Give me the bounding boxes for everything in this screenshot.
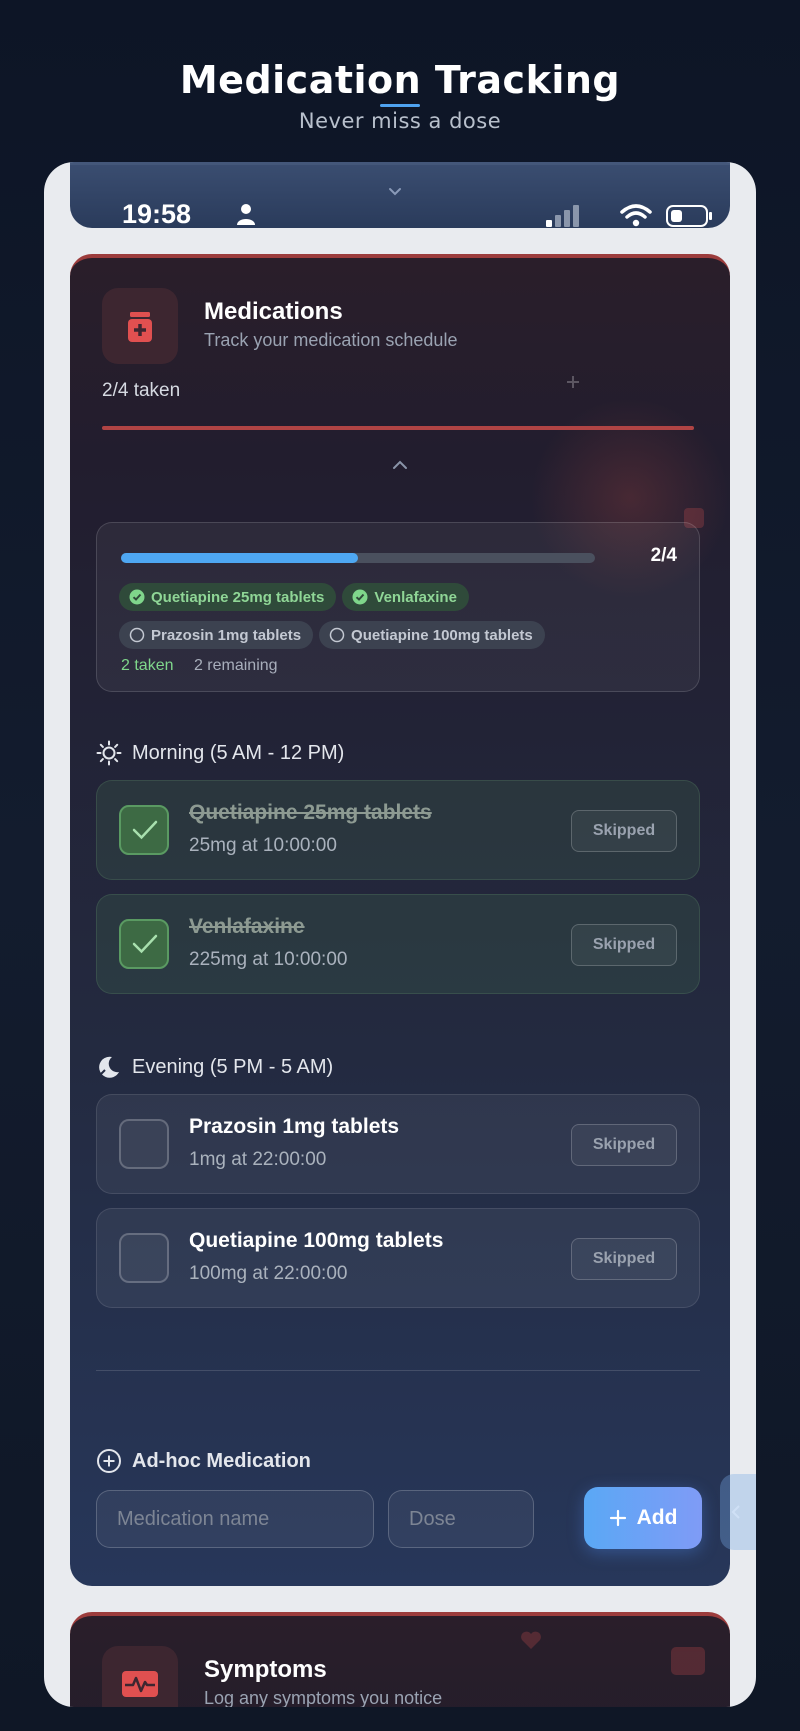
medications-subtitle: Track your medication schedule	[204, 330, 458, 350]
medication-dose: 1mg at 22:00:00	[189, 1149, 327, 1170]
skip-button[interactable]: Skipped	[571, 1238, 677, 1280]
medication-row: Venlafaxine 225mg at 10:00:00 Skipped	[96, 894, 700, 994]
battery-icon	[666, 205, 712, 227]
medication-dose: 225mg at 10:00:00	[189, 949, 348, 970]
medication-chip: Prazosin 1mg tablets	[119, 621, 314, 649]
add-button[interactable]: Add	[584, 1487, 702, 1549]
page-subtitle: Never miss a dose	[298, 109, 502, 133]
chip-label: Prazosin 1mg tablets	[151, 626, 302, 644]
title-underline	[380, 104, 420, 107]
skip-button[interactable]: Skipped	[571, 1124, 677, 1166]
heartbeat-icon	[122, 1671, 158, 1697]
heartbeat-icon	[671, 1647, 705, 1675]
medication-name: Prazosin 1mg tablets	[189, 1115, 400, 1138]
check-circle-icon	[129, 589, 145, 605]
adhoc-heading: Ad-hoc Medication	[96, 1448, 311, 1474]
medication-chip: Quetiapine 25mg tablets	[119, 583, 337, 611]
sun-icon	[96, 740, 122, 766]
progress-bar	[121, 553, 595, 563]
side-drawer-tab[interactable]	[720, 1474, 756, 1550]
taken-count: 2/4 taken	[102, 380, 181, 401]
taken-line	[102, 426, 694, 430]
wifi-icon	[620, 204, 652, 227]
pill-bottle-icon	[128, 312, 152, 342]
divider	[96, 1370, 700, 1371]
taken-checkbox[interactable]	[119, 1233, 169, 1283]
adhoc-label: Ad-hoc Medication	[132, 1449, 311, 1472]
medication-row: Quetiapine 25mg tablets 25mg at 10:00:00…	[96, 780, 700, 880]
empty-circle-icon	[329, 627, 345, 643]
heart-icon	[521, 1631, 541, 1649]
plus-circle-icon	[97, 1449, 121, 1473]
section-evening: Evening (5 PM - 5 AM)	[96, 1054, 333, 1080]
symptoms-title: Symptoms	[204, 1656, 327, 1683]
plus-icon	[567, 376, 579, 388]
medication-name: Venlafaxine	[189, 915, 305, 938]
check-circle-icon	[352, 589, 368, 605]
symptoms-subtitle: Log any symptoms you notice	[204, 1688, 443, 1707]
empty-circle-icon	[129, 627, 145, 643]
medication-name: Quetiapine 25mg tablets	[189, 801, 432, 824]
dose-input[interactable]	[388, 1490, 534, 1548]
progress-footer: 2 taken 2 remaining	[121, 657, 278, 675]
medications-card: Medications Track your medication schedu…	[70, 254, 730, 1586]
medication-name: Quetiapine 100mg tablets	[189, 1229, 444, 1252]
symptoms-card: Symptoms Log any symptoms you notice	[70, 1612, 730, 1707]
progress-bar-fill	[121, 553, 358, 563]
medication-chips: Quetiapine 25mg tablets Venlafaxine Praz…	[119, 583, 679, 659]
page-header: Medication Tracking Never miss a dose	[0, 58, 800, 133]
page-title: Medication Tracking	[179, 58, 621, 102]
medication-row: Prazosin 1mg tablets 1mg at 22:00:00 Ski…	[96, 1094, 700, 1194]
medications-title: Medications	[204, 298, 343, 325]
medication-dose: 25mg at 10:00:00	[189, 835, 337, 856]
medications-icon-box	[102, 288, 178, 364]
chip-label: Quetiapine 25mg tablets	[151, 588, 325, 606]
medication-name-input[interactable]	[96, 1490, 374, 1548]
phone-frame: 19:58 Medications Track your medication …	[44, 162, 756, 1707]
medication-chip: Quetiapine 100mg tablets	[319, 621, 545, 649]
section-label: Evening (5 PM - 5 AM)	[132, 1055, 334, 1078]
progress-summary: 2/4 Quetiapine 25mg tablets Venlafaxine …	[96, 522, 700, 692]
taken-checkbox[interactable]	[119, 1119, 169, 1169]
section-label: Morning (5 AM - 12 PM)	[132, 741, 345, 764]
chevron-down-icon[interactable]	[388, 185, 402, 199]
progress-ratio: 2/4	[650, 545, 677, 566]
chip-label: Quetiapine 100mg tablets	[351, 626, 533, 644]
check-icon	[132, 820, 158, 840]
signal-icon	[546, 205, 579, 227]
remaining-text: 2 remaining	[193, 657, 278, 674]
taken-checkbox[interactable]	[119, 805, 169, 855]
chevron-up-icon[interactable]	[392, 458, 408, 470]
medication-row: Quetiapine 100mg tablets 100mg at 22:00:…	[96, 1208, 700, 1308]
status-bar: 19:58	[70, 162, 730, 229]
skip-button[interactable]: Skipped	[571, 924, 677, 966]
plus-icon	[609, 1509, 626, 1527]
person-icon	[237, 204, 255, 225]
check-icon	[132, 934, 158, 954]
add-button-label: Add	[636, 1506, 678, 1529]
symptoms-icon-box	[102, 1646, 178, 1707]
moon-icon	[98, 1056, 119, 1078]
taken-text: 2 taken	[121, 657, 174, 674]
chevron-left-icon	[731, 1505, 740, 1519]
skip-button[interactable]: Skipped	[571, 810, 677, 852]
taken-checkbox[interactable]	[119, 919, 169, 969]
medication-chip: Venlafaxine	[342, 583, 469, 611]
status-time: 19:58	[122, 199, 192, 229]
section-morning: Morning (5 AM - 12 PM)	[96, 740, 344, 766]
medication-dose: 100mg at 22:00:00	[189, 1263, 348, 1284]
chip-label: Venlafaxine	[374, 588, 457, 606]
